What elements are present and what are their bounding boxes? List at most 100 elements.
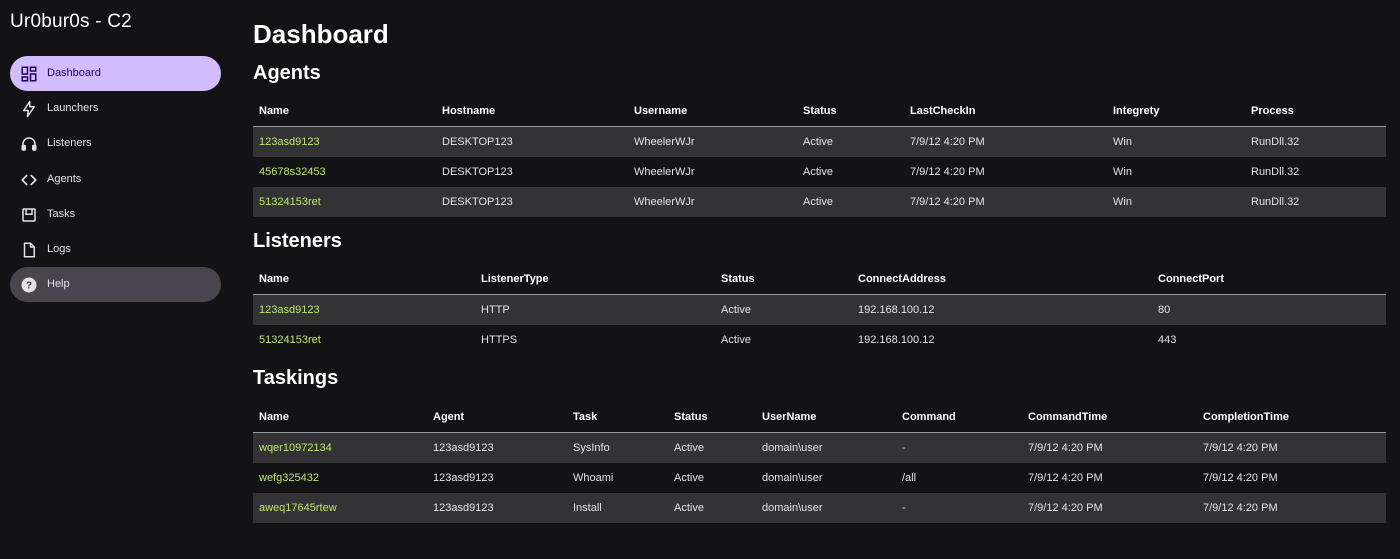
taskings-column-header[interactable]: Task — [567, 402, 668, 433]
table-row[interactable]: 123asd9123 HTTP Active 192.168.100.12 80 — [253, 294, 1386, 325]
sidebar-item-label: Listeners — [47, 137, 92, 150]
table-cell: wqer10972134 — [253, 432, 427, 463]
agents-column-header[interactable]: LastCheckIn — [904, 96, 1107, 127]
table-cell: 7/9/12 4:20 PM — [1028, 472, 1103, 484]
svg-text:?: ? — [26, 281, 32, 292]
sidebar-item-agents[interactable]: Agents — [10, 162, 221, 197]
table-cell: domain\user — [756, 493, 896, 523]
table-cell: wefg325432 — [253, 463, 427, 493]
sidebar-item-label: Help — [47, 278, 70, 291]
dashboard-icon — [20, 65, 38, 83]
listeners-name-link[interactable]: 123asd9123 — [259, 304, 320, 316]
taskings-name-link[interactable]: wqer10972134 — [259, 442, 332, 454]
agents-section-title: Agents — [253, 62, 321, 84]
table-cell: 7/9/12 4:20 PM — [1197, 493, 1386, 523]
table-cell: 123asd9123 — [253, 126, 436, 157]
agents-header-row: Name Hostname Username Status LastCheckIn Int… — [253, 96, 1386, 127]
table-cell: RunDll.32 — [1251, 166, 1300, 178]
table-row[interactable]: wqer10972134 123asd9123 SysInfo Active domai… — [253, 432, 1386, 463]
listeners-name-link[interactable]: 51324153ret — [259, 334, 321, 346]
table-cell: RunDll.32 — [1245, 126, 1386, 157]
taskings-column-header[interactable]: Name — [253, 402, 427, 433]
app-root: Ur0bur0s - C2 Dashboard Launchers Listener… — [0, 0, 1400, 559]
taskings-name-link[interactable]: aweq17645rtew — [259, 502, 337, 514]
table-cell: 7/9/12 4:20 PM — [1203, 472, 1278, 484]
table-cell: SysInfo — [567, 432, 668, 463]
inbox-icon — [20, 206, 38, 224]
sidebar-item-launchers[interactable]: Launchers — [10, 91, 221, 126]
sidebar-item-dashboard[interactable]: Dashboard — [10, 56, 221, 91]
table-cell: DESKTOP123 — [436, 126, 628, 157]
table-cell: Whoami — [573, 472, 614, 484]
sidebar-item-logs[interactable]: Logs — [10, 232, 221, 267]
agents-column-header[interactable]: Status — [797, 96, 904, 127]
listeners-column-header[interactable]: Name — [253, 264, 475, 295]
code-icon — [20, 171, 38, 189]
table-row[interactable]: 51324153ret DESKTOP123 WheelerWJr Active 7/9… — [253, 187, 1386, 217]
sidebar-item-label: Logs — [47, 242, 71, 255]
agents-column-header[interactable]: Process — [1245, 96, 1386, 127]
agents-table: Name Hostname Username Status LastCheckIn Int… — [253, 96, 1386, 217]
table-cell: DESKTOP123 — [442, 166, 513, 178]
taskings-name-link[interactable]: wefg325432 — [259, 472, 319, 484]
table-row[interactable]: wefg325432 123asd9123 Whoami Active domain\u… — [253, 463, 1386, 493]
table-cell: Active — [668, 432, 756, 463]
taskings-column-header[interactable]: CompletionTime — [1197, 402, 1386, 433]
table-cell: 192.168.100.12 — [858, 334, 935, 346]
listeners-section-title: Listeners — [253, 230, 342, 252]
listeners-column-header[interactable]: Status — [715, 264, 852, 295]
table-cell: Active — [721, 334, 751, 346]
agents-column-header[interactable]: Username — [628, 96, 797, 127]
table-cell: Active — [803, 166, 833, 178]
taskings-column-header[interactable]: Command — [896, 402, 1022, 433]
main-content: Dashboard Agents Name Hostname Username Sta… — [253, 0, 1386, 559]
sidebar-item-label: Tasks — [47, 207, 76, 220]
taskings-column-header[interactable]: Agent — [427, 402, 567, 433]
table-cell: Active — [674, 472, 704, 484]
taskings-column-header[interactable]: UserName — [756, 402, 896, 433]
table-cell: Win — [1113, 166, 1132, 178]
table-row[interactable]: aweq17645rtew 123asd9123 Install Active doma… — [253, 493, 1386, 523]
sidebar-item-label: Dashboard — [47, 67, 101, 79]
table-row[interactable]: 123asd9123 DESKTOP123 WheelerWJr Active 7/9/… — [253, 126, 1386, 157]
table-cell: Active — [715, 294, 852, 325]
taskings-table: Name Agent Task Status UserName Command Comman… — [253, 402, 1386, 523]
table-cell: Install — [567, 493, 668, 523]
bolt-icon — [20, 100, 38, 118]
table-cell: domain\user — [756, 432, 896, 463]
table-row[interactable]: 51324153ret HTTPS Active 192.168.100.12 443 — [253, 325, 1386, 355]
table-row[interactable]: 45678s32453 DESKTOP123 WheelerWJr Active 7/9… — [253, 157, 1386, 187]
agents-column-header[interactable]: Hostname — [436, 96, 628, 127]
agents-column-header[interactable]: Integrety — [1107, 96, 1245, 127]
sidebar-item-listeners[interactable]: Listeners — [10, 126, 221, 161]
taskings-column-header[interactable]: Status — [668, 402, 756, 433]
table-cell: 45678s32453 — [253, 157, 436, 187]
agents-name-link[interactable]: 45678s32453 — [259, 166, 326, 178]
table-cell: WheelerWJr — [628, 126, 797, 157]
listeners-column-header[interactable]: ListenerType — [475, 264, 715, 295]
file-icon — [20, 241, 38, 259]
agents-name-link[interactable]: 51324153ret — [259, 196, 321, 208]
sidebar-item-tasks[interactable]: Tasks — [10, 197, 221, 232]
table-cell: RunDll.32 — [1245, 187, 1386, 217]
listeners-column-header[interactable]: ConnectAddress — [852, 264, 1152, 295]
table-cell: Active — [668, 493, 756, 523]
table-cell: Active — [797, 126, 904, 157]
table-cell: 7/9/12 4:20 PM — [1197, 432, 1386, 463]
listeners-table: Name ListenerType Status ConnectAddress Conn… — [253, 264, 1386, 355]
table-cell: 80 — [1152, 294, 1386, 325]
table-cell: 7/9/12 4:20 PM — [910, 166, 985, 178]
agents-column-header[interactable]: Name — [253, 96, 436, 127]
listeners-header-row: Name ListenerType Status ConnectAddress Conn… — [253, 264, 1386, 295]
table-cell: Win — [1107, 126, 1245, 157]
table-cell: - — [896, 432, 1022, 463]
table-cell: 123asd9123 — [427, 432, 567, 463]
taskings-header-row: Name Agent Task Status UserName Command Comman… — [253, 402, 1386, 433]
table-cell: 443 — [1158, 334, 1177, 346]
sidebar-item-help[interactable]: ? Help — [10, 267, 221, 303]
listeners-column-header[interactable]: ConnectPort — [1152, 264, 1386, 295]
taskings-column-header[interactable]: CommandTime — [1022, 402, 1197, 433]
table-cell: 7/9/12 4:20 PM — [1022, 432, 1197, 463]
headset-icon — [20, 135, 38, 153]
agents-name-link[interactable]: 123asd9123 — [259, 136, 320, 148]
